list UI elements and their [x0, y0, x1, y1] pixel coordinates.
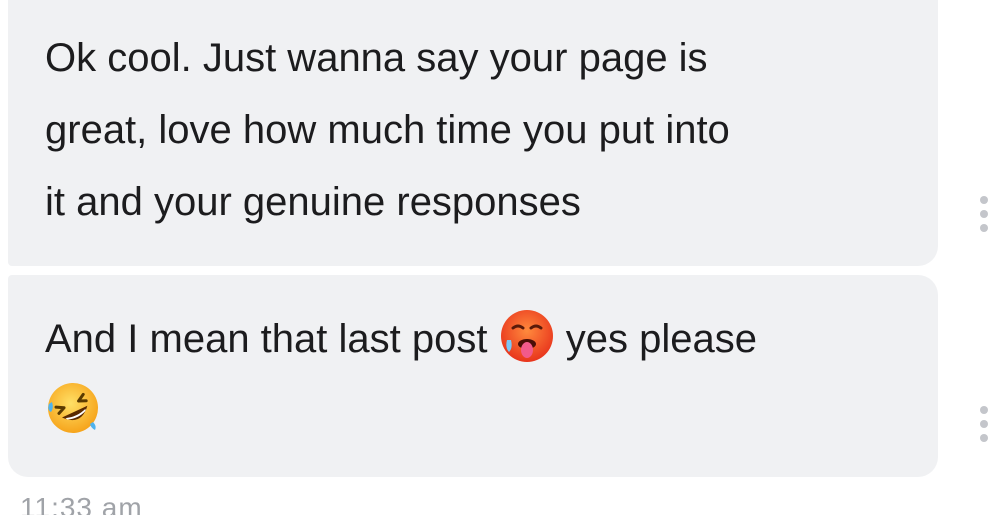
dot [980, 224, 988, 232]
dot [980, 196, 988, 204]
chat-thread: Ok cool. Just wanna say your page is gre… [0, 0, 990, 515]
message-text-line: it and your genuine responses [45, 180, 581, 224]
dot [980, 210, 988, 218]
dot [980, 420, 988, 428]
message-text: And I mean that last post [45, 317, 488, 361]
dot [980, 406, 988, 414]
hot-face-emoji-icon [499, 308, 555, 364]
rolling-on-the-floor-laughing-emoji-icon [45, 380, 101, 436]
message-text-line: Ok cool. Just wanna say your page is [45, 36, 708, 80]
message-bubble[interactable]: Ok cool. Just wanna say your page is gre… [8, 0, 938, 266]
message-options-icon[interactable] [977, 196, 990, 232]
message-text-line: great, love how much time you put into [45, 108, 730, 152]
message-timestamp: 11:33 am [20, 492, 143, 515]
dot [980, 434, 988, 442]
message-options-icon[interactable] [977, 406, 990, 442]
message-text: yes please [565, 317, 757, 361]
message-bubble[interactable]: And I mean that last post yes please [8, 275, 938, 477]
message-text-line [45, 375, 938, 447]
message-text-line: And I mean that last post yes please [45, 303, 938, 375]
